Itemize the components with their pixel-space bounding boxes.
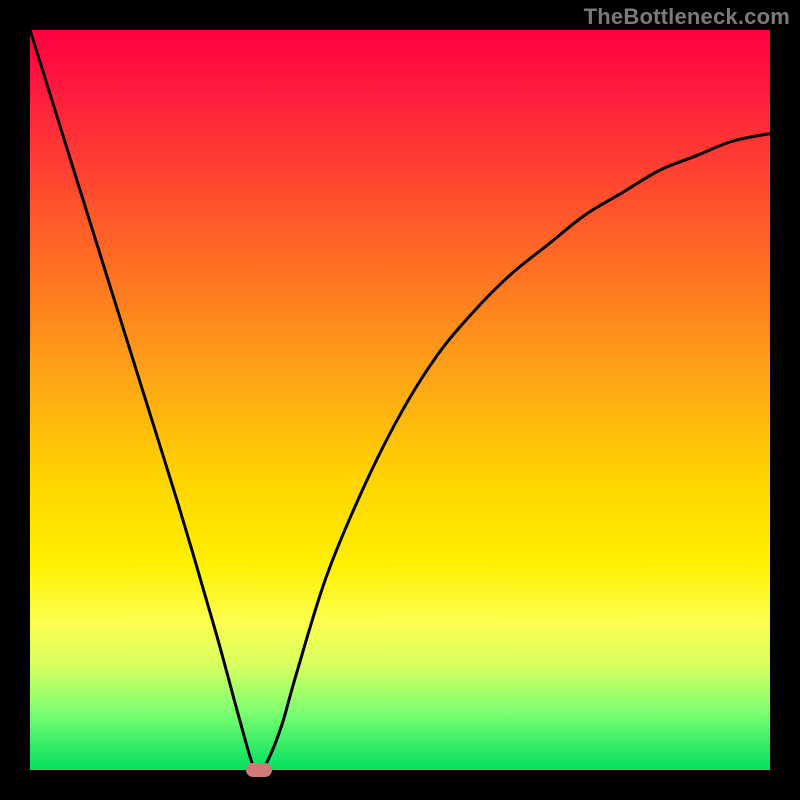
bottleneck-curve bbox=[30, 30, 770, 770]
chart-stage: TheBottleneck.com bbox=[0, 0, 800, 800]
plot-area bbox=[30, 30, 770, 770]
curve-svg bbox=[30, 30, 770, 770]
optimum-marker bbox=[246, 763, 272, 777]
watermark-text: TheBottleneck.com bbox=[584, 4, 790, 30]
